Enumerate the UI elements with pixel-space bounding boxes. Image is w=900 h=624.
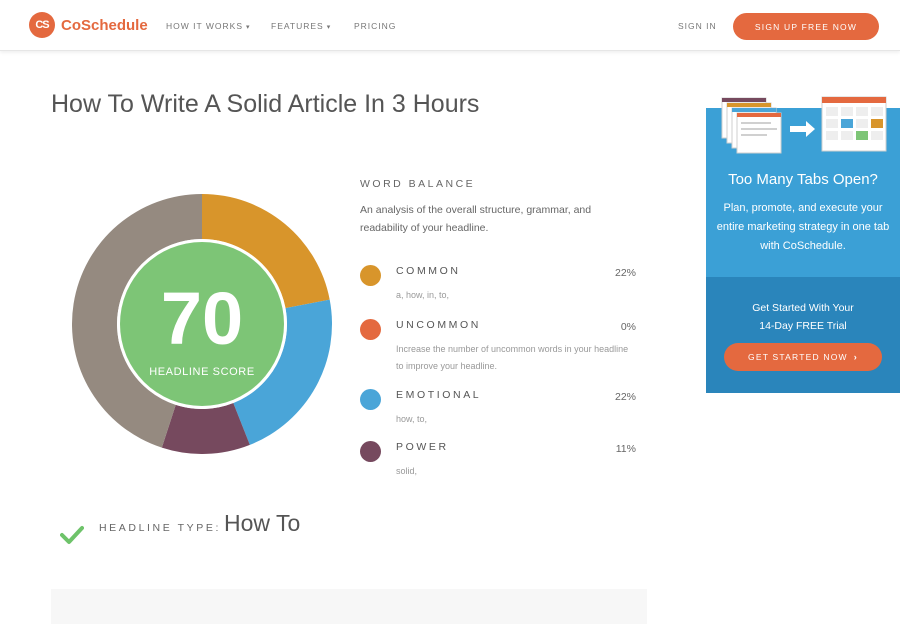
headline-type-label: HEADLINE TYPE: [99, 522, 221, 534]
category-words: Increase the number of uncommon words in… [396, 344, 629, 371]
category-words: a, how, in, to, [396, 290, 450, 300]
content-panel [51, 589, 647, 624]
headline-score-donut: 70 HEADLINE SCORE [72, 194, 332, 454]
category-percent: 22% [614, 267, 636, 279]
headline-score-value: 70 [161, 277, 243, 360]
tabs-illustration-icon [721, 96, 887, 154]
coschedule-logo[interactable]: CS CoSchedule [29, 12, 148, 38]
nav-features[interactable]: FEATURES ▾ [271, 21, 331, 31]
page-title: How To Write A Solid Article In 3 Hours [51, 90, 480, 118]
category-percent: 11% [615, 443, 636, 455]
word-balance-description: An analysis of the overall structure, gr… [360, 204, 592, 234]
chevron-right-icon: › [853, 352, 858, 362]
get-started-button[interactable]: GET STARTED NOW › [724, 343, 882, 371]
category-words: solid, [396, 466, 418, 476]
uncommon-dot [360, 319, 381, 340]
nav-pricing[interactable]: PRICING [354, 21, 396, 31]
logo-mark-icon: CS [29, 12, 55, 38]
chevron-down-icon: ▾ [326, 24, 332, 31]
logo-text: CoSchedule [61, 16, 148, 34]
category-name: EMOTIONAL [396, 389, 482, 401]
sign-in-link[interactable]: SIGN IN [678, 21, 717, 31]
chevron-down-icon: ▾ [246, 24, 251, 31]
category-words: how, to, [396, 414, 428, 424]
category-name: UNCOMMON [396, 319, 481, 331]
nav-pricing-label: PRICING [354, 21, 397, 31]
word-balance-heading: WORD BALANCE [360, 178, 476, 190]
ad-trial-line-1: Get Started With Your [752, 302, 854, 314]
emotional-dot [360, 389, 381, 410]
power-dot [360, 441, 381, 462]
nav-how-it-works[interactable]: HOW IT WORKS ▾ [166, 21, 251, 31]
ad-description: Plan, promote, and execute your entire m… [716, 202, 890, 252]
ad-title: Too Many Tabs Open? [728, 171, 878, 188]
check-icon [60, 526, 84, 544]
get-started-label: GET STARTED NOW [748, 352, 848, 362]
category-name: COMMON [396, 265, 461, 277]
ad-trial-line-2: 14-Day FREE Trial [759, 320, 847, 332]
headline-type-value: How To [224, 510, 301, 536]
ad-trial-text: Get Started With Your 14-Day FREE Trial [706, 299, 900, 335]
category-percent: 22% [614, 391, 636, 403]
headline-score-label: HEADLINE SCORE [149, 366, 255, 378]
nav-features-label: FEATURES [271, 21, 324, 31]
nav-how-it-works-label: HOW IT WORKS [166, 21, 244, 31]
top-navigation-bar: CS CoSchedule HOW IT WORKS ▾ FEATURES ▾ PR… [0, 0, 900, 51]
promo-ad[interactable]: Too Many Tabs Open? Plan, promote, and e… [706, 96, 900, 393]
sign-up-button[interactable]: SIGN UP FREE NOW [733, 13, 879, 40]
ad-bottom-section [706, 277, 900, 393]
category-percent: 0% [620, 321, 636, 333]
common-dot [360, 265, 381, 286]
category-name: POWER [396, 441, 449, 453]
